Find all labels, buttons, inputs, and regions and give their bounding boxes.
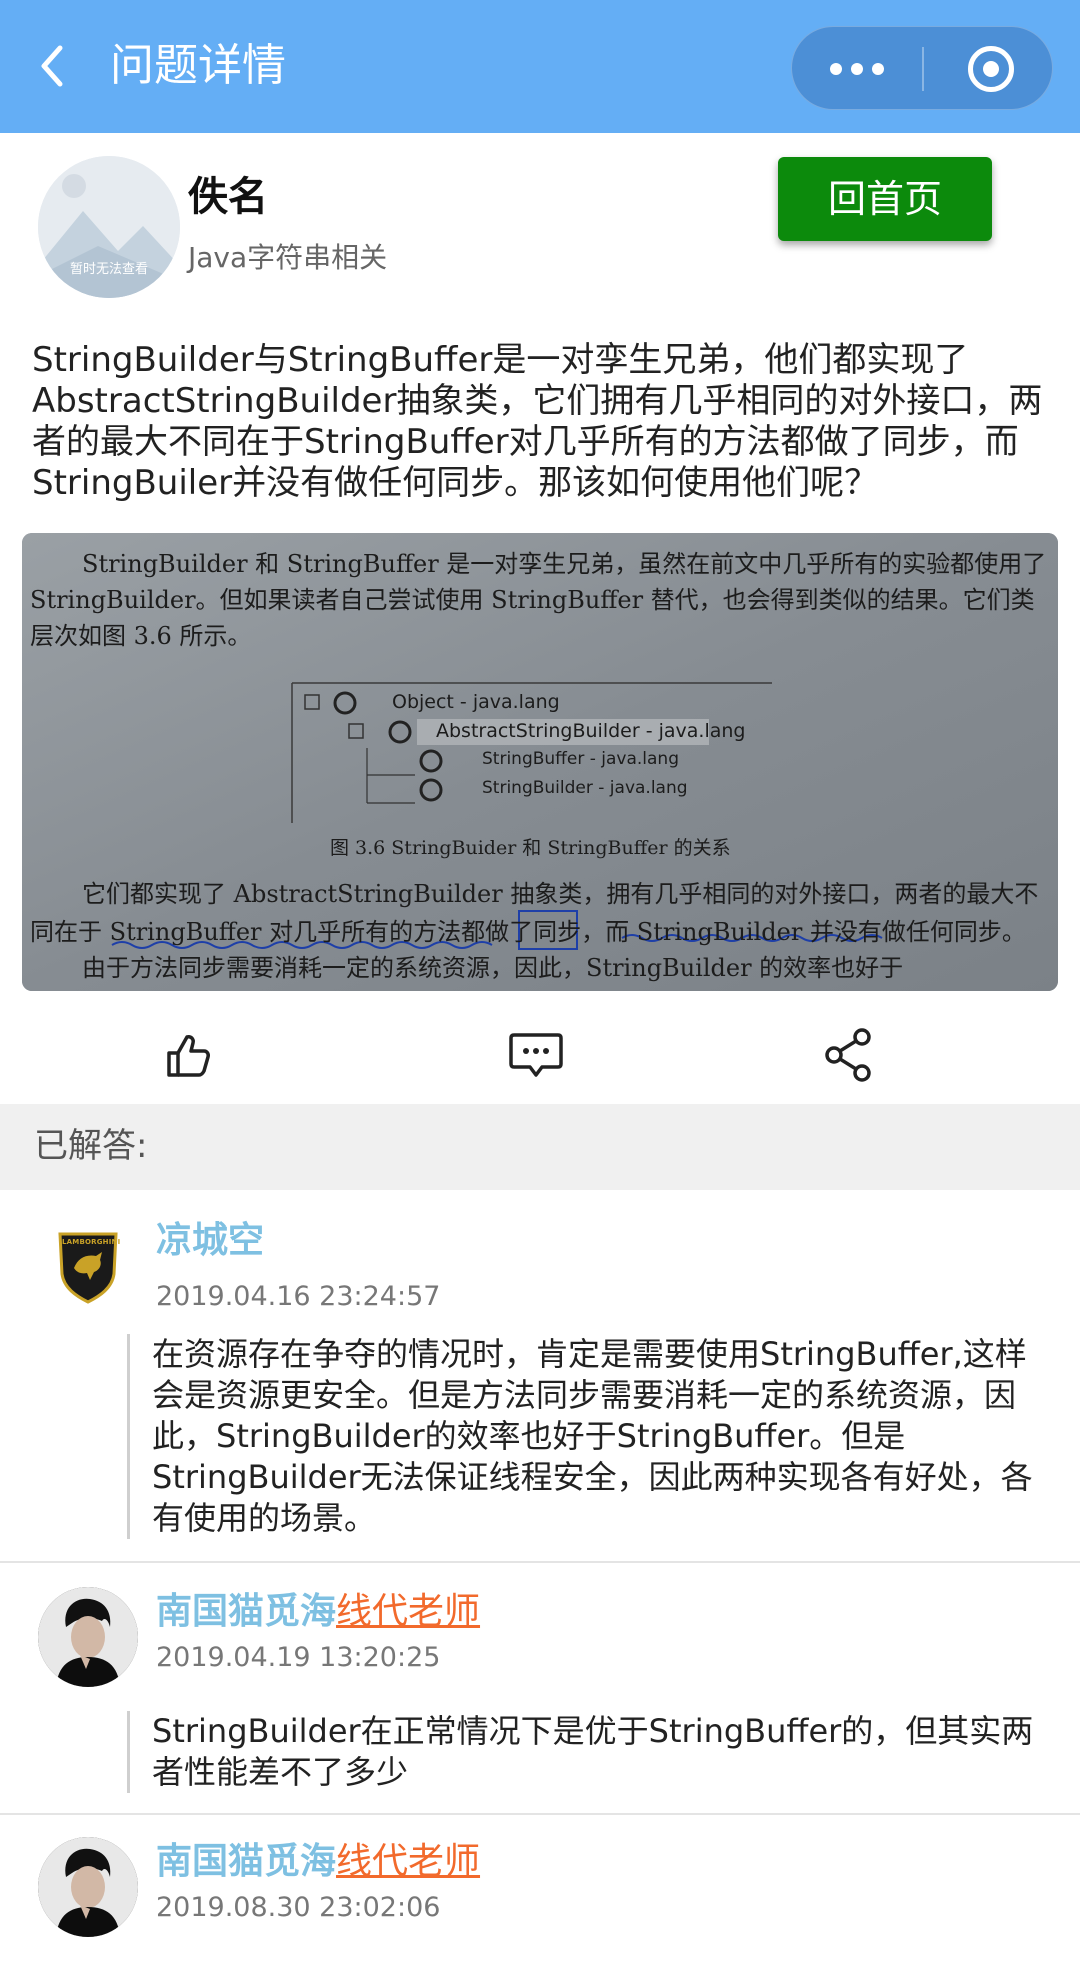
avatar-logo-text: LAMBORGHINI <box>62 1238 121 1246</box>
divider <box>0 1813 1080 1815</box>
question-image[interactable]: StringBuilder 和 StringBuffer 是一对孪生兄弟，虽然在… <box>22 533 1058 991</box>
divider <box>0 1561 1080 1563</box>
like-button[interactable] <box>160 1025 220 1085</box>
page-title: 问题详情 <box>110 40 286 91</box>
image-text-line: 层次如图 3.6 所示。 <box>30 622 252 650</box>
image-tree-node: Object - java.lang <box>392 691 560 713</box>
answer-body: 在资源存在争夺的情况时，肯定是需要使用StringBuffer,这样会是资源更安… <box>127 1334 1052 1539</box>
image-tree-node: StringBuffer - java.lang <box>482 749 680 769</box>
back-button[interactable] <box>30 36 80 96</box>
answered-header: 已解答: <box>0 1104 1080 1190</box>
asker-avatar: 暂时无法查看 <box>38 156 180 298</box>
answerer-name-text: 南国猫觅海 <box>156 1591 337 1632</box>
share-button[interactable] <box>820 1025 880 1085</box>
answerer-name: 南国猫觅海线代老师 <box>156 1839 480 1885</box>
avatar <box>38 1837 138 1937</box>
answerer-name: 南国猫觅海线代老师 <box>156 1589 480 1635</box>
image-text-line: 同在于 StringBuffer 对几乎所有的方法都做了同步，而 StringB… <box>30 918 1026 946</box>
image-tree-node: StringBuilder - java.lang <box>482 778 688 798</box>
image-text-line: 它们都实现了 AbstractStringBuilder 抽象类，拥有几乎相同的… <box>82 880 1039 908</box>
comment-button[interactable] <box>506 1025 566 1085</box>
lamborghini-logo-icon <box>58 1232 118 1304</box>
chevron-left-icon <box>41 45 63 87</box>
answer-time: 2019.08.30 23:02:06 <box>156 1892 441 1923</box>
home-button[interactable]: 回首页 <box>778 157 992 241</box>
answerer-role-link[interactable]: 线代老师 <box>336 1591 480 1632</box>
more-button[interactable] <box>792 27 922 111</box>
answerer-name-text: 南国猫觅海 <box>156 1841 337 1882</box>
image-text-line: StringBuilder。但如果读者自己尝试使用 StringBuffer 替… <box>30 586 1035 614</box>
image-tree-node: AbstractStringBuilder - java.lang <box>436 720 746 742</box>
answer-body: StringBuilder在正常情况下是优于StringBuffer的，但其实两… <box>127 1711 1052 1793</box>
avatar-placeholder-text: 暂时无法查看 <box>69 262 148 277</box>
answerer-role-link[interactable]: 线代老师 <box>336 1841 480 1882</box>
more-dot <box>872 63 884 75</box>
answer-time: 2019.04.16 23:24:57 <box>156 1281 441 1312</box>
answered-label: 已解答: <box>34 1126 148 1166</box>
thumbs-up-icon <box>167 1035 210 1077</box>
more-dot <box>851 63 863 75</box>
image-caption: 图 3.6 StringBuider 和 StringBuffer 的关系 <box>330 837 731 859</box>
capsule-divider <box>922 47 924 91</box>
answer-time: 2019.04.19 13:20:25 <box>156 1642 441 1673</box>
image-text-line: StringBuilder 和 StringBuffer 是一对孪生兄弟，虽然在… <box>82 550 1047 578</box>
asker-name: 佚名 <box>188 174 268 220</box>
image-text-line: 由于方法同步需要消耗一定的系统资源，因此，StringBuilder 的效率也好… <box>82 954 904 982</box>
more-dots-icon <box>830 63 842 75</box>
question-tag: Java字符串相关 <box>188 241 388 274</box>
answerer-name-text: 凉城空 <box>156 1220 265 1261</box>
share-icon <box>825 1028 871 1082</box>
comment-icon <box>509 1033 563 1077</box>
person-photo-icon <box>38 1837 138 1937</box>
close-button[interactable] <box>928 27 1054 111</box>
person-photo-icon <box>38 1587 138 1687</box>
mini-program-capsule <box>791 26 1053 110</box>
target-close-dot <box>983 61 999 77</box>
question-text: StringBuilder与StringBuffer是一对孪生兄弟，他们都实现了… <box>32 340 1043 503</box>
answerer-name: 凉城空 <box>156 1218 264 1264</box>
avatar <box>38 1587 138 1687</box>
navigation-bar: 问题详情 <box>0 0 1080 133</box>
avatar: LAMBORGHINI <box>38 1212 138 1312</box>
